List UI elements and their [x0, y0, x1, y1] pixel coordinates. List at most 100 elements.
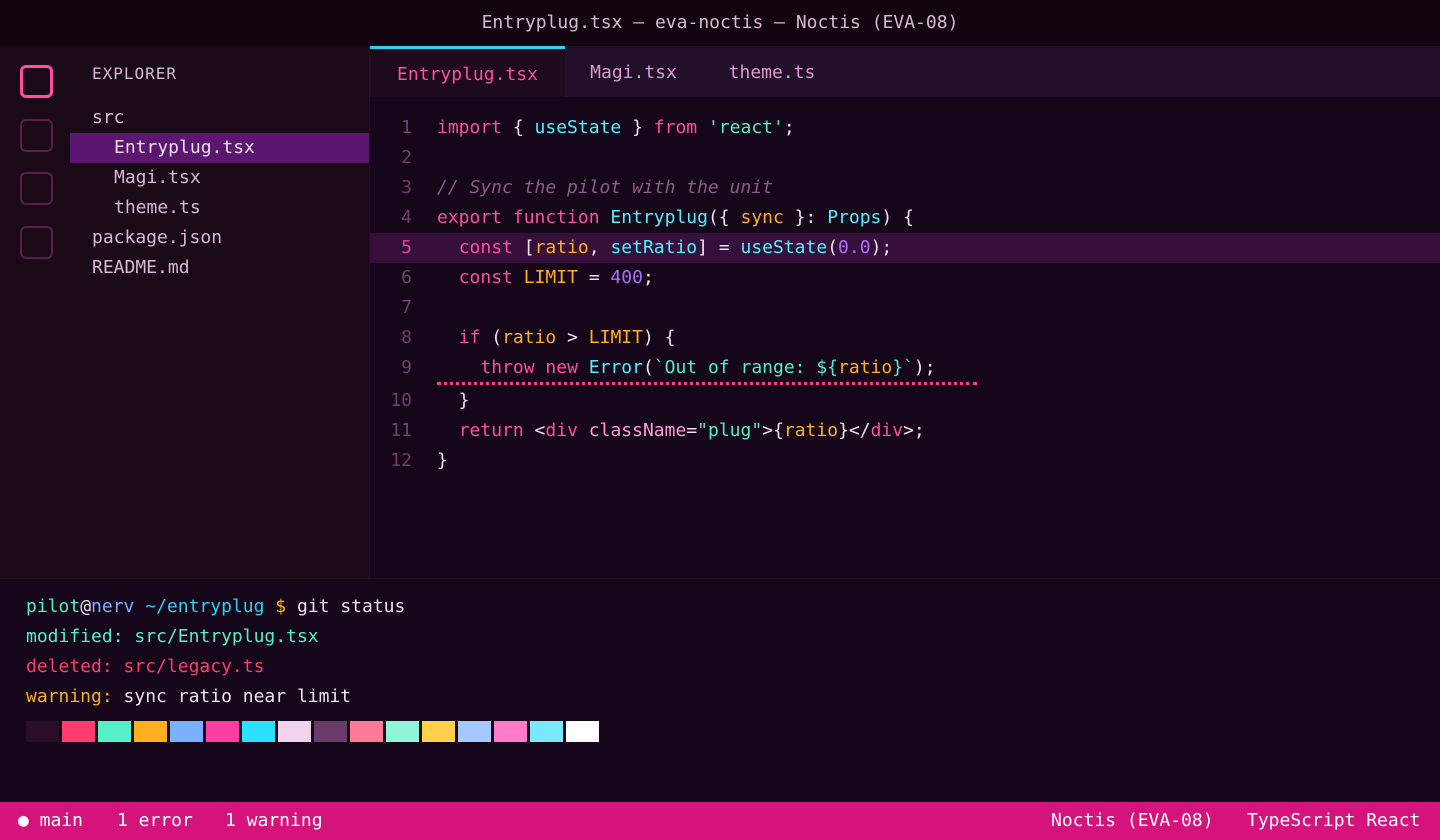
- code-token: 400: [610, 267, 643, 288]
- code-line[interactable]: 5 const [ratio, setRatio] = useState(0.0…: [370, 233, 1440, 263]
- code-token: }</: [838, 420, 871, 441]
- color-swatch: [386, 721, 419, 742]
- color-swatch: [494, 721, 527, 742]
- code-token: div: [870, 420, 904, 441]
- color-swatch: [170, 721, 203, 742]
- code-token: >: [556, 327, 589, 348]
- tab-label: Magi.tsx: [590, 62, 677, 83]
- code-token: }`: [892, 357, 914, 378]
- explorer-title: EXPLORER: [92, 64, 178, 83]
- code-line[interactable]: 9 throw new Error(`Out of range: ${ratio…: [370, 353, 1440, 383]
- explorer-icon[interactable]: [20, 65, 53, 98]
- line-number: 2: [401, 147, 412, 168]
- terminal-prompt-line: pilot@nerv ~/entryplug $ git status: [26, 592, 405, 622]
- modified-file: src/Entryplug.tsx: [134, 626, 319, 647]
- code-token: div: [545, 420, 578, 441]
- code-text: return <div className="plug">{ratio}</di…: [437, 416, 925, 446]
- code-token: }:: [783, 207, 828, 228]
- code-token: (: [642, 357, 654, 378]
- tree-item-label: package.json: [92, 227, 223, 248]
- modified-label: modified:: [26, 626, 124, 647]
- tree-file-package-json[interactable]: package.json: [70, 223, 369, 253]
- title-bar: Entryplug.tsx — eva-noctis — Noctis (EVA…: [0, 0, 1440, 46]
- source-control-icon[interactable]: [20, 172, 53, 205]
- tree-file-entryplug[interactable]: Entryplug.tsx: [70, 133, 369, 163]
- status-branch[interactable]: ● main: [18, 802, 83, 840]
- terminal-panel[interactable]: pilot@nerv ~/entryplug $ git status modi…: [0, 578, 1440, 802]
- tree-file-readme[interactable]: README.md: [70, 253, 369, 283]
- status-warnings[interactable]: 1 warning: [225, 802, 323, 840]
- color-swatch: [350, 721, 383, 742]
- code-token: =: [577, 267, 611, 288]
- code-token: className: [588, 420, 687, 441]
- code-token: useState: [740, 237, 828, 258]
- code-token: ;: [642, 267, 654, 288]
- line-number: 8: [401, 327, 412, 348]
- tab-bar: Entryplug.tsx Magi.tsx theme.ts: [370, 46, 1440, 97]
- extensions-icon[interactable]: [20, 226, 53, 259]
- code-line[interactable]: 12}: [370, 446, 1440, 476]
- code-text: }: [437, 446, 448, 476]
- code-token: 'react': [707, 117, 784, 138]
- code-token: }: [621, 117, 654, 138]
- code-token: const: [458, 267, 513, 288]
- terminal-warning-line: warning: sync ratio near limit: [26, 682, 351, 712]
- tab-theme[interactable]: theme.ts: [702, 46, 842, 97]
- code-token: =: [686, 420, 698, 441]
- line-number: 12: [390, 450, 412, 471]
- prompt-path: ~/entryplug: [145, 596, 265, 617]
- tree-file-theme[interactable]: theme.ts: [70, 193, 369, 223]
- code-line[interactable]: 1 import { useState } from 'react';: [370, 113, 1440, 143]
- code-line[interactable]: 2: [370, 143, 1440, 173]
- code-token: sync: [740, 207, 784, 228]
- color-swatch: [422, 721, 455, 742]
- code-token: throw: [480, 357, 535, 378]
- code-token: setRatio: [610, 237, 698, 258]
- code-token: ratio: [783, 420, 839, 441]
- prompt-host: nerv: [91, 596, 135, 617]
- code-line[interactable]: 7: [370, 293, 1440, 323]
- line-number: 4: [401, 207, 412, 228]
- code-line[interactable]: 8 if (ratio > LIMIT) {: [370, 323, 1440, 353]
- code-line[interactable]: 3 // Sync the pilot with the unit: [370, 173, 1440, 203]
- code-token: >{: [762, 420, 784, 441]
- code-token: 0.0: [838, 237, 871, 258]
- code-token: export: [437, 207, 503, 228]
- tree-item-label: src: [92, 107, 125, 128]
- code-token: ] =: [697, 237, 741, 258]
- code-line[interactable]: 4 export function Entryplug({ sync }: Pro…: [370, 203, 1440, 233]
- code-token: "plug": [697, 420, 763, 441]
- code-token: Props: [827, 207, 882, 228]
- prompt-symbol: $: [275, 596, 287, 617]
- terminal-modified-line: modified: src/Entryplug.tsx: [26, 622, 319, 652]
- tree-folder-src[interactable]: src: [70, 103, 369, 133]
- code-text: throw new Error(`Out of range: ${ratio}`…: [437, 353, 935, 383]
- tab-magi[interactable]: Magi.tsx: [565, 46, 702, 97]
- code-text: const [ratio, setRatio] = useState(0.0);: [437, 233, 893, 263]
- code-text: // Sync the pilot with the unit: [437, 173, 773, 203]
- status-language[interactable]: TypeScript React: [1247, 802, 1420, 840]
- code-line[interactable]: 6 const LIMIT = 400;: [370, 263, 1440, 293]
- code-token: (: [480, 327, 503, 348]
- tab-entryplug[interactable]: Entryplug.tsx: [370, 46, 565, 97]
- code-token: function: [512, 207, 600, 228]
- status-errors[interactable]: 1 error: [117, 802, 193, 840]
- code-line[interactable]: 11 return <div className="plug">{ratio}<…: [370, 416, 1440, 446]
- search-icon[interactable]: [20, 119, 53, 152]
- tree-item-label: Entryplug.tsx: [114, 137, 255, 158]
- editor-pane: Entryplug.tsx Magi.tsx theme.ts 1 import …: [370, 46, 1440, 578]
- code-text: const LIMIT = 400;: [437, 263, 654, 293]
- code-area[interactable]: 1 import { useState } from 'react'; 2 3 // S…: [370, 97, 1440, 578]
- code-token: useState: [534, 117, 622, 138]
- code-token: {: [502, 117, 535, 138]
- status-theme[interactable]: Noctis (EVA-08): [1051, 802, 1214, 840]
- tree-file-magi[interactable]: Magi.tsx: [70, 163, 369, 193]
- code-token: }: [437, 450, 448, 471]
- color-swatch: [134, 721, 167, 742]
- code-token: [: [512, 237, 535, 258]
- code-line[interactable]: 10 }: [370, 386, 1440, 416]
